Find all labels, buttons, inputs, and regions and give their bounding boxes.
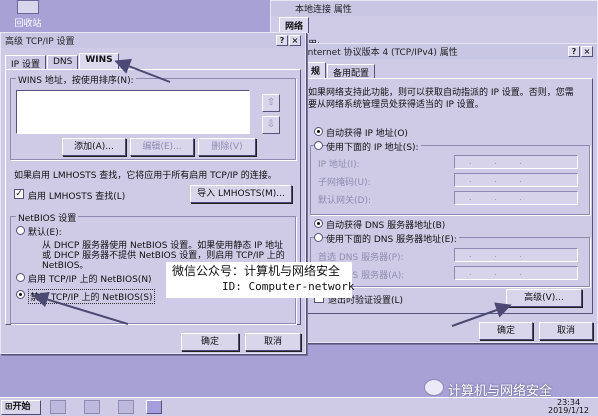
remove-wins-button[interactable]: 删除(V) xyxy=(198,138,256,156)
advanced-tcpip-window: 高级 TCP/IP 设置 ? × IP 设置 DNS WINS WINS 地址，… xyxy=(0,32,306,354)
ip-address-label: IP 地址(I): xyxy=(318,160,360,170)
help-button[interactable]: ? xyxy=(276,35,288,46)
quicklaunch-icon-4[interactable] xyxy=(146,400,162,414)
manual-dns-label: 使用下面的 DNS 服务器地址(E): xyxy=(326,232,459,245)
recycle-bin-label: 回收站 xyxy=(14,19,42,29)
windows-logo-icon: ⊞ xyxy=(5,402,13,412)
subnet-mask-field[interactable]: . . . xyxy=(454,173,578,187)
advanced-button[interactable]: 高级(V)... xyxy=(506,289,582,307)
advanced-titlebar: 高级 TCP/IP 设置 ? × xyxy=(1,33,305,48)
start-label: 开始 xyxy=(12,402,31,412)
ipv4-titlebar: Internet 协议版本 4 (TCP/IPv4) 属性 ? × xyxy=(301,44,597,59)
auto-ip-radio[interactable] xyxy=(314,127,323,136)
auto-dns-radio[interactable] xyxy=(314,219,323,228)
connection-title: 本地连接 属性 xyxy=(295,5,352,15)
clock[interactable]: 23:34 2019/1/12 xyxy=(548,399,589,415)
preferred-dns-field[interactable]: . . . xyxy=(454,248,578,262)
advanced-cancel-button[interactable]: 取消 xyxy=(245,333,301,351)
lmhosts-label: 启用 LMHOSTS 查找(L) xyxy=(28,192,126,202)
manual-ip-label: 使用下面的 IP 地址(S): xyxy=(326,140,421,153)
manual-ip-radio[interactable] xyxy=(314,141,323,150)
enable-netbios-radio[interactable] xyxy=(16,273,25,282)
tab-ip-settings[interactable]: IP 设置 xyxy=(5,55,46,70)
move-down-icon[interactable]: ⇩ xyxy=(262,116,280,134)
manual-dns-radio[interactable] xyxy=(314,233,323,242)
gateway-label: 默认网关(D): xyxy=(318,196,371,206)
netbios-group-label: NetBIOS 设置 xyxy=(16,211,79,224)
edit-wins-button[interactable]: 编辑(E)... xyxy=(130,138,194,156)
auto-ip-label: 自动获得 IP 地址(O) xyxy=(326,129,408,139)
help-button[interactable]: ? xyxy=(568,46,580,57)
close-button[interactable]: × xyxy=(581,46,593,57)
lmhosts-description: 如果启用 LMHOSTS 查找，它将应用于所有启用 TCP/IP 的连接。 xyxy=(14,171,277,181)
netbios-default-radio[interactable] xyxy=(16,226,25,235)
ipv4-title: Internet 协议版本 4 (TCP/IPv4) 属性 xyxy=(305,48,458,58)
tab-alternate-config[interactable]: 备用配置 xyxy=(327,64,376,79)
overlay-line2: ID: Computer-network xyxy=(222,280,355,293)
wins-address-list[interactable] xyxy=(16,90,250,134)
tab-network[interactable]: 网络 xyxy=(279,17,310,33)
tab-dns[interactable]: DNS xyxy=(46,55,79,69)
alternate-dns-field[interactable]: . . . xyxy=(454,266,578,280)
ipv4-desc-line2: 要从网络系统管理员处获得适当的 IP 设置。 xyxy=(308,100,484,110)
recycle-bin-icon[interactable]: 回收站 xyxy=(6,0,50,30)
gateway-field[interactable]: . . . xyxy=(454,191,578,205)
disable-netbios-label: 禁用 TCP/IP 上的 NetBIOS(S) xyxy=(28,289,155,304)
netbios-default-desc3: NetBIOS。 xyxy=(42,261,89,271)
connection-titlebar: 本地连接 属性 xyxy=(271,1,597,16)
watermark-overlay: 微信公众号：计算机与网络安全 ID: Computer-network xyxy=(166,262,355,298)
netbios-default-label: 默认(E): xyxy=(28,228,62,238)
quicklaunch-icon-2[interactable] xyxy=(84,400,100,414)
wins-address-label: WINS 地址，按使用排序(N): xyxy=(16,73,136,86)
close-button[interactable]: × xyxy=(289,35,301,46)
quicklaunch-icon-1[interactable] xyxy=(50,400,66,414)
tab-wins[interactable]: WINS xyxy=(79,53,119,69)
ipv4-ok-button[interactable]: 确定 xyxy=(479,322,533,340)
overlay-line1: 微信公众号：计算机与网络安全 xyxy=(172,264,341,278)
import-lmhosts-button[interactable]: 导入 LMHOSTS(M)... xyxy=(190,185,292,203)
move-up-icon[interactable]: ⇧ xyxy=(262,94,280,112)
tab-general[interactable]: 规 xyxy=(305,62,327,78)
disable-netbios-radio[interactable] xyxy=(16,290,25,299)
lmhosts-checkbox[interactable]: ✓ xyxy=(14,189,24,199)
advanced-ok-button[interactable]: 确定 xyxy=(181,333,239,351)
ip-address-field[interactable]: . . . xyxy=(454,155,578,169)
subnet-mask-label: 子网掩码(U): xyxy=(318,178,371,188)
add-wins-button[interactable]: 添加(A)... xyxy=(62,138,126,156)
quicklaunch-icon-3[interactable] xyxy=(118,400,134,414)
enable-netbios-label: 启用 TCP/IP 上的 NetBIOS(N) xyxy=(28,275,152,285)
taskbar: ⊞开始 23:34 2019/1/12 xyxy=(0,397,598,416)
ipv4-properties-window: Internet 协议版本 4 (TCP/IPv4) 属性 ? × 规 备用配置… xyxy=(300,43,598,343)
auto-dns-label: 自动获得 DNS 服务器地址(B) xyxy=(326,221,446,231)
start-button[interactable]: ⊞开始 xyxy=(1,400,41,415)
ipv4-cancel-button[interactable]: 取消 xyxy=(539,322,593,340)
advanced-title: 高级 TCP/IP 设置 xyxy=(5,37,75,47)
wechat-logo-icon xyxy=(424,379,444,396)
clock-date: 2019/1/12 xyxy=(548,406,590,415)
